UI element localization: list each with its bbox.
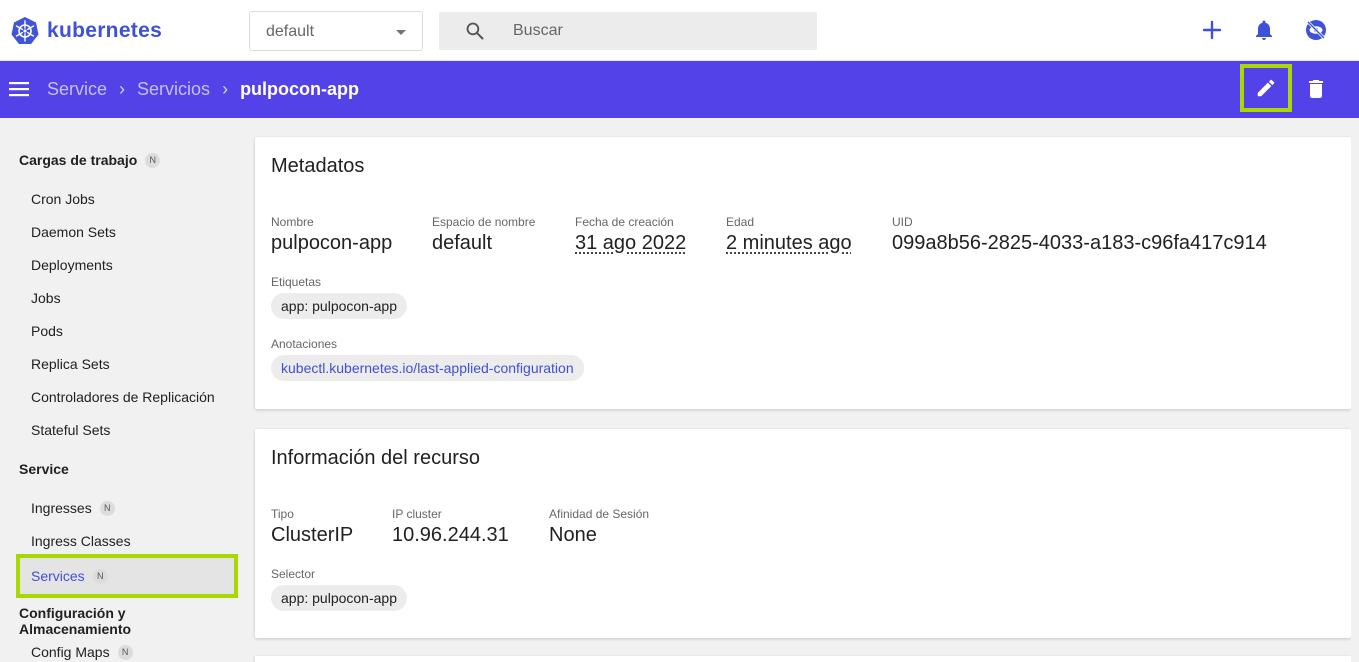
resource-info-card: Información del recurso Tipo ClusterIP I… [255, 429, 1351, 638]
field-type: Tipo ClusterIP [271, 507, 353, 547]
annotation-chip[interactable]: kubectl.kubernetes.io/last-applied-confi… [271, 355, 584, 381]
sidebar-item-label: Ingress Classes [31, 533, 131, 549]
edit-icon [1257, 79, 1275, 97]
kubernetes-logo[interactable]: kubernetes [10, 16, 162, 46]
field-value: 10.96.244.31 [392, 524, 509, 546]
sidebar: Cargas de trabajo N Cron Jobs Daemon Set… [0, 118, 240, 662]
namespaced-badge: N [92, 568, 108, 584]
metadata-card: Metadatos Nombre pulpocon-app Espacio de… [255, 137, 1351, 409]
field-value: 099a8b56-2825-4033-a183-c96fa417c914 [892, 232, 1267, 254]
sidebar-item-stateful-sets[interactable]: Stateful Sets [31, 422, 110, 438]
sidebar-item-label: Ingresses [31, 500, 92, 516]
top-bar: kubernetes default [0, 0, 1359, 61]
scrollbar[interactable] [1351, 118, 1359, 662]
sidebar-item-replica-sets[interactable]: Replica Sets [31, 356, 110, 372]
sidebar-group-service[interactable]: Service [19, 461, 69, 477]
action-bar: Service › Servicios › pulpocon-app [0, 61, 1359, 118]
field-cluster-ip: IP cluster 10.96.244.31 [392, 507, 509, 547]
field-age: Edad 2 minutes ago [726, 215, 852, 255]
card-title: Información del recurso [271, 447, 480, 469]
selector-chip: app: pulpocon-app [271, 585, 407, 611]
label-chip: app: pulpocon-app [271, 293, 407, 319]
bell-icon[interactable] [1252, 18, 1276, 42]
next-card [255, 656, 1351, 662]
chevron-down-icon [396, 30, 406, 35]
field-name: Nombre pulpocon-app [271, 215, 392, 255]
sidebar-item-label: Config Maps [31, 644, 110, 660]
sidebar-item-daemon-sets[interactable]: Daemon Sets [31, 224, 116, 240]
sidebar-group-label: Cargas de trabajo [19, 152, 138, 168]
sidebar-item-label: Services [31, 568, 85, 584]
page-title: pulpocon-app [240, 79, 360, 99]
sidebar-item-pods[interactable]: Pods [31, 323, 63, 339]
namespaced-badge: N [99, 500, 115, 516]
field-session-affinity: Afinidad de Sesión None [549, 507, 649, 547]
sidebar-item-replication-controllers[interactable]: Controladores de Replicación [31, 389, 215, 405]
field-label: Fecha de creación [575, 215, 674, 229]
field-label: Edad [726, 215, 755, 229]
search-box[interactable] [439, 12, 817, 50]
sidebar-group-workloads[interactable]: Cargas de trabajo N [19, 152, 161, 168]
edit-button[interactable] [1240, 64, 1292, 112]
card-title: Metadatos [271, 155, 365, 177]
sidebar-item-cron-jobs[interactable]: Cron Jobs [31, 191, 95, 207]
field-label: Nombre [271, 215, 314, 229]
field-label: Etiquetas [271, 275, 322, 289]
field-value: default [432, 232, 493, 254]
sidebar-item-services[interactable]: Services N [16, 554, 238, 598]
app-name: kubernetes [47, 19, 163, 42]
sidebar-group-config[interactable]: Configuración y Almacenamiento [19, 605, 240, 637]
field-label: IP cluster [392, 507, 442, 521]
sidebar-item-ingresses[interactable]: Ingresses N [31, 500, 115, 516]
sidebar-item-deployments[interactable]: Deployments [31, 257, 113, 273]
field-namespace: Espacio de nombre default [432, 215, 535, 255]
field-labels: Etiquetas app: pulpocon-app [271, 275, 407, 319]
namespaced-badge: N [145, 152, 161, 168]
add-icon[interactable] [1200, 18, 1224, 42]
field-label: UID [892, 215, 913, 229]
namespaced-badge: N [117, 644, 133, 660]
field-selector: Selector app: pulpocon-app [271, 567, 407, 611]
field-value: None [549, 524, 597, 546]
field-value: pulpocon-app [271, 232, 393, 254]
field-value: ClusterIP [271, 524, 354, 546]
kubernetes-wheel-icon [11, 17, 39, 44]
namespace-value: default [266, 23, 315, 40]
sidebar-item-ingress-classes[interactable]: Ingress Classes [31, 533, 131, 549]
field-label: Selector [271, 567, 316, 581]
field-value[interactable]: 2 minutes ago [726, 232, 852, 255]
field-label: Tipo [271, 507, 294, 521]
sidebar-group-label: Service [19, 461, 69, 477]
chevron-right-icon: › [119, 79, 126, 99]
search-input[interactable] [513, 19, 793, 43]
field-created: Fecha de creación 31 ago 2022 [575, 215, 686, 255]
menu-icon[interactable] [9, 79, 29, 99]
delete-icon[interactable] [1304, 77, 1328, 101]
search-icon [466, 22, 484, 40]
namespace-select[interactable]: default [249, 11, 423, 51]
sidebar-item-config-maps[interactable]: Config Maps N [31, 644, 133, 660]
breadcrumb: Service › Servicios › pulpocon-app [47, 79, 359, 100]
breadcrumb-service[interactable]: Service [47, 79, 107, 100]
field-uid: UID 099a8b56-2825-4033-a183-c96fa417c914 [892, 215, 1267, 255]
field-label: Espacio de nombre [432, 215, 536, 229]
no-eye-icon[interactable] [1304, 18, 1328, 42]
field-label: Afinidad de Sesión [549, 507, 650, 521]
field-annotations: Anotaciones kubectl.kubernetes.io/last-a… [271, 337, 584, 381]
sidebar-group-label: Configuración y Almacenamiento [19, 605, 132, 637]
sidebar-item-jobs[interactable]: Jobs [31, 290, 61, 306]
breadcrumb-servicios[interactable]: Servicios [137, 79, 210, 100]
field-label: Anotaciones [271, 337, 338, 351]
chevron-right-icon: › [222, 79, 229, 99]
field-value[interactable]: 31 ago 2022 [575, 232, 686, 255]
